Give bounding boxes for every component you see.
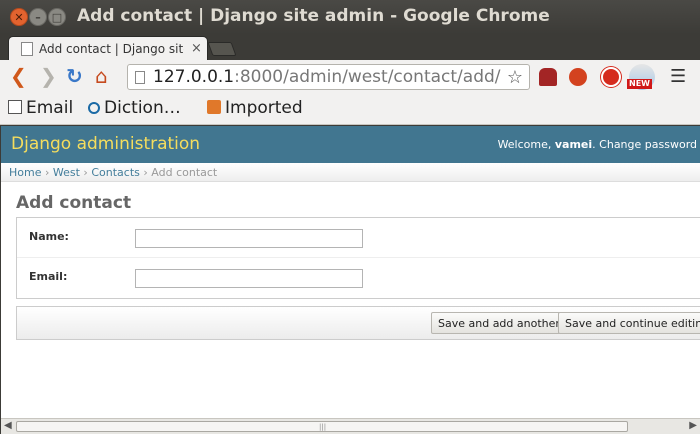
welcome-text: Welcome, xyxy=(497,138,555,151)
bookmark-star-icon[interactable]: ☆ xyxy=(507,67,523,88)
site-brand[interactable]: Django administration xyxy=(11,134,200,154)
form-fieldset: Name: Email: xyxy=(16,217,700,299)
breadcrumb: Home › West › Contacts › Add contact xyxy=(1,163,700,182)
menu-icon[interactable]: ☰ xyxy=(670,66,686,87)
save-and-continue-button[interactable]: Save and continue editing xyxy=(558,312,700,334)
new-tab-button[interactable] xyxy=(207,42,237,56)
forward-icon[interactable]: ❯ xyxy=(40,66,57,86)
breadcrumb-home-link[interactable]: Home xyxy=(9,166,41,179)
window-maximize-button[interactable]: □ xyxy=(48,8,66,26)
window-minimize-button[interactable]: – xyxy=(29,8,47,26)
extension-sofa-icon[interactable] xyxy=(539,68,557,86)
page-icon xyxy=(135,71,145,84)
address-bar[interactable]: 127.0.0.1:8000/admin/west/contact/add/ ☆ xyxy=(127,64,530,90)
folder-icon xyxy=(207,100,221,114)
name-label: Name: xyxy=(29,230,69,243)
bookmark-label: Email xyxy=(26,98,74,118)
user-tools: Welcome, vamei. Change password xyxy=(498,138,697,151)
bookmark-label: Diction… xyxy=(104,98,181,118)
reload-icon[interactable]: ↻ xyxy=(66,66,83,86)
scroll-right-icon[interactable]: ▶ xyxy=(689,420,697,431)
change-password-link[interactable]: . Change password xyxy=(592,138,697,151)
window-close-button[interactable]: ✕ xyxy=(10,8,28,26)
scrollbar-thumb[interactable]: ||| xyxy=(16,421,628,432)
breadcrumb-separator: › xyxy=(139,166,152,179)
url-path: :8000/admin/west/contact/add/ xyxy=(234,67,501,87)
browser-toolbar: ❮ ❯ ↻ ⌂ 127.0.0.1:8000/admin/west/contac… xyxy=(0,60,700,94)
submit-row: Save and add another Save and continue e… xyxy=(16,306,700,340)
email-label: Email: xyxy=(29,270,68,283)
extension-red-icon[interactable] xyxy=(569,68,587,86)
home-icon[interactable]: ⌂ xyxy=(95,66,108,86)
email-input[interactable] xyxy=(135,269,363,288)
bookmark-email[interactable]: Email xyxy=(8,98,73,118)
breadcrumb-model-link[interactable]: Contacts xyxy=(91,166,140,179)
tab-close-icon[interactable]: × xyxy=(191,41,202,56)
window-title: Add contact | Django site admin - Google… xyxy=(77,6,550,26)
page-favicon-icon xyxy=(21,42,33,56)
scroll-left-icon[interactable]: ◀ xyxy=(4,420,12,431)
back-icon[interactable]: ❮ xyxy=(10,66,27,86)
dictionary-icon xyxy=(88,102,100,114)
page-viewport: Django administration Welcome, vamei. Ch… xyxy=(1,126,700,418)
breadcrumb-separator: › xyxy=(79,166,92,179)
extension-gauge-icon[interactable]: NEW xyxy=(627,64,655,90)
grip-icon: ||| xyxy=(319,423,327,431)
breadcrumb-separator: › xyxy=(41,166,53,179)
bookmarks-bar: Email Diction… Imported xyxy=(0,94,700,125)
new-badge: NEW xyxy=(627,79,652,89)
page-title: Add contact xyxy=(16,193,132,213)
save-and-add-another-button[interactable]: Save and add another xyxy=(431,312,567,334)
window-titlebar: ✕ – □ Add contact | Django site admin - … xyxy=(0,0,700,34)
page-icon xyxy=(8,100,22,114)
horizontal-scrollbar[interactable]: ◀ ||| ▶ xyxy=(1,418,700,434)
breadcrumb-app-link[interactable]: West xyxy=(53,166,80,179)
breadcrumb-current: Add contact xyxy=(151,166,218,179)
django-header: Django administration Welcome, vamei. Ch… xyxy=(1,126,700,163)
adblock-stop-icon[interactable] xyxy=(601,67,621,87)
form-row-email: Email: xyxy=(17,258,700,298)
form-row-name: Name: xyxy=(17,218,700,258)
bookmark-imported[interactable]: Imported xyxy=(207,98,303,118)
username: vamei xyxy=(554,138,593,151)
bookmark-label: Imported xyxy=(225,98,303,118)
bookmark-dictionary[interactable]: Diction… xyxy=(88,98,181,118)
tab-title: Add contact | Django site xyxy=(39,42,184,56)
name-input[interactable] xyxy=(135,229,363,248)
browser-tab[interactable]: Add contact | Django site × xyxy=(8,36,208,62)
tab-strip: Add contact | Django site × xyxy=(0,34,700,62)
url-text[interactable]: 127.0.0.1:8000/admin/west/contact/add/ xyxy=(153,67,501,87)
url-host: 127.0.0.1 xyxy=(153,67,235,87)
